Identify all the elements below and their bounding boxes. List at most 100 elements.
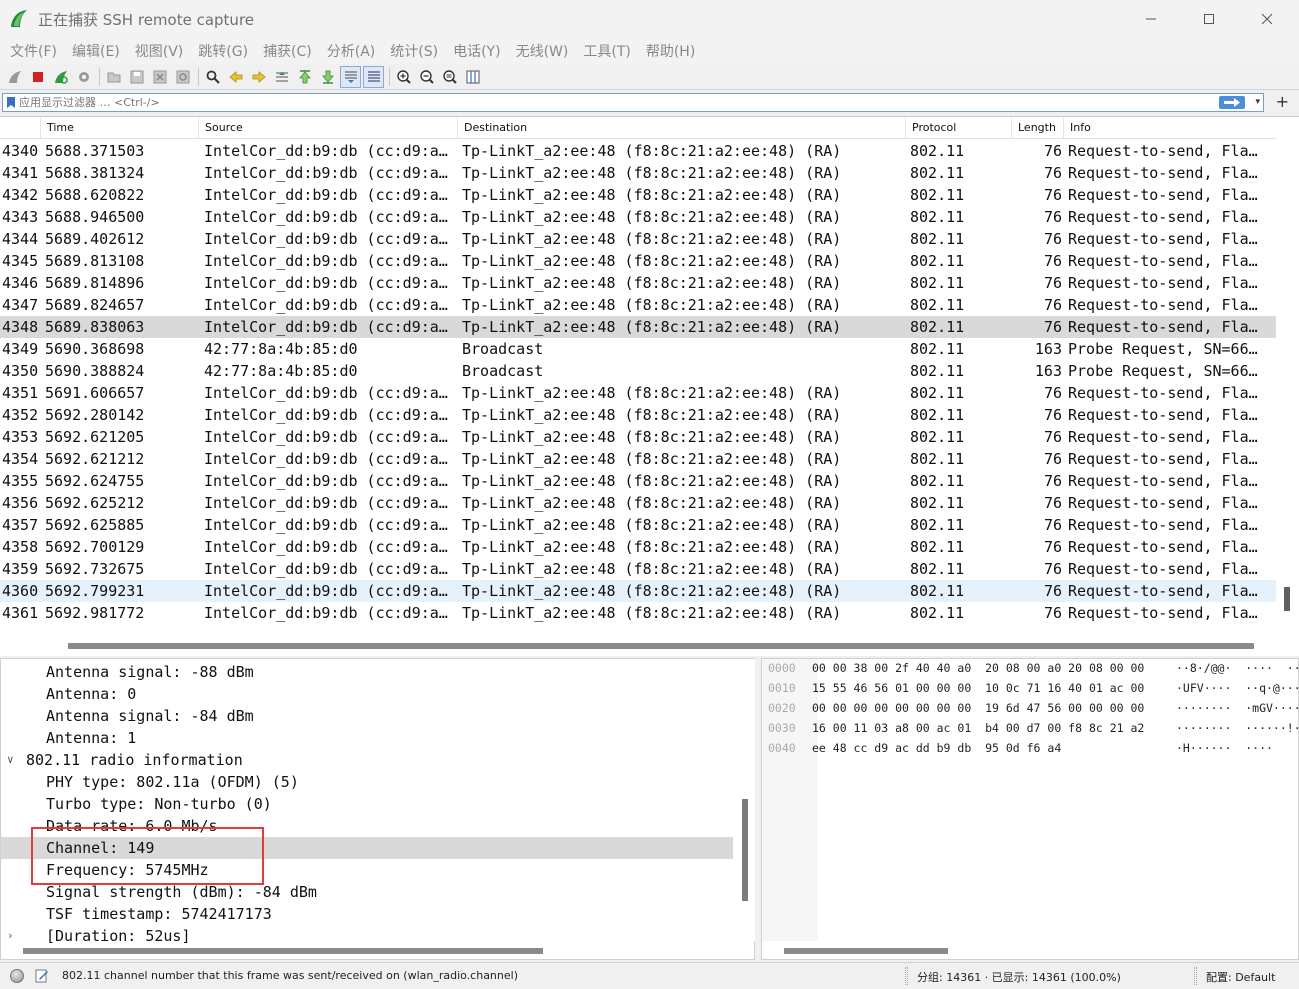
details-vscroll[interactable]: [737, 659, 755, 941]
close-file-button[interactable]: [149, 66, 170, 88]
menu-help[interactable]: 帮助(H): [640, 41, 701, 61]
scroll-thumb[interactable]: [23, 948, 543, 954]
resize-columns-button[interactable]: [462, 66, 483, 88]
menu-telephony[interactable]: 电话(Y): [447, 41, 506, 61]
display-filter-input[interactable]: [19, 94, 1199, 111]
start-capture-button[interactable]: [4, 66, 25, 88]
packet-row[interactable]: 4345 5689.813108 IntelCor_dd:b9:db (cc:d9:…: [0, 250, 1276, 272]
details-hscroll[interactable]: [1, 943, 737, 959]
status-divider[interactable]: [905, 967, 908, 985]
open-file-button[interactable]: [103, 66, 124, 88]
stop-capture-button[interactable]: [27, 66, 48, 88]
detail-line[interactable]: TSF timestamp: 5742417173: [1, 903, 733, 925]
go-last-button[interactable]: [317, 66, 338, 88]
packet-cell-dst: Tp-LinkT_a2:ee:48 (f8:8c:21:a2:ee:48) (R…: [462, 450, 842, 468]
packet-row[interactable]: 4361 5692.981772 IntelCor_dd:b9:db (cc:d9:…: [0, 602, 1276, 624]
packet-row[interactable]: 4340 5688.371503 IntelCor_dd:b9:db (cc:d9:…: [0, 140, 1276, 162]
packet-row[interactable]: 4358 5692.700129 IntelCor_dd:b9:db (cc:d9:…: [0, 536, 1276, 558]
detail-line[interactable]: Turbo type: Non-turbo (0): [1, 793, 733, 815]
capture-options-button[interactable]: [73, 66, 94, 88]
colorize-button[interactable]: [363, 65, 384, 88]
packet-cell-no: 4344: [2, 230, 39, 248]
menu-file[interactable]: 文件(F): [4, 41, 63, 61]
maximize-button[interactable]: [1180, 0, 1238, 38]
column-header-protocol[interactable]: Protocol: [905, 117, 1011, 139]
edit-comment-icon[interactable]: [34, 968, 50, 984]
packet-row[interactable]: 4344 5689.402612 IntelCor_dd:b9:db (cc:d9:…: [0, 228, 1276, 250]
detail-line[interactable]: PHY type: 802.11a (OFDM) (5): [1, 771, 733, 793]
go-to-packet-button[interactable]: [271, 66, 292, 88]
packet-row[interactable]: 4342 5688.620822 IntelCor_dd:b9:db (cc:d9:…: [0, 184, 1276, 206]
packet-cell-info: Request-to-send, Fla…: [1068, 186, 1258, 204]
packet-cell-len: 76: [1043, 384, 1062, 402]
column-header-source[interactable]: Source: [198, 117, 457, 139]
detail-line[interactable]: Antenna signal: -88 dBm: [1, 661, 733, 683]
packet-row[interactable]: 4355 5692.624755 IntelCor_dd:b9:db (cc:d9:…: [0, 470, 1276, 492]
filter-bookmark-button[interactable]: [3, 94, 19, 111]
packet-row[interactable]: 4343 5688.946500 IntelCor_dd:b9:db (cc:d9:…: [0, 206, 1276, 228]
menu-statistics[interactable]: 统计(S): [384, 41, 444, 61]
packet-row[interactable]: 4350 5690.388824 42:77:8a:4b:85:d0 Broadcas…: [0, 360, 1276, 382]
packet-cell-proto: 802.11: [910, 516, 965, 534]
packet-row[interactable]: 4348 5689.838063 IntelCor_dd:b9:db (cc:d9:…: [0, 316, 1276, 338]
zoom-reset-button[interactable]: [439, 66, 460, 88]
reload-file-button[interactable]: [172, 66, 193, 88]
scroll-thumb[interactable]: [784, 948, 948, 954]
chevron-down-icon[interactable]: ∨: [7, 749, 14, 771]
find-packet-button[interactable]: [202, 66, 223, 88]
apply-filter-button[interactable]: [1219, 96, 1245, 109]
detail-line[interactable]: Antenna: 0: [1, 683, 733, 705]
packet-row[interactable]: 4360 5692.799231 IntelCor_dd:b9:db (cc:d9:…: [0, 580, 1276, 602]
bytes-hscroll[interactable]: [762, 943, 1298, 959]
column-header-destination[interactable]: Destination: [457, 117, 905, 139]
packet-row[interactable]: 4347 5689.824657 IntelCor_dd:b9:db (cc:d9:…: [0, 294, 1276, 316]
restart-capture-button[interactable]: [50, 66, 71, 88]
menu-wireless[interactable]: 无线(W): [510, 41, 575, 61]
packet-row[interactable]: 4359 5692.732675 IntelCor_dd:b9:db (cc:d9:…: [0, 558, 1276, 580]
filter-history-dropdown[interactable]: ▾: [1255, 94, 1260, 111]
packet-list-vscroll[interactable]: [1277, 117, 1299, 637]
detail-line[interactable]: ∨ 802.11 radio information: [1, 749, 733, 771]
menu-tools[interactable]: 工具(T): [577, 41, 636, 61]
menu-view[interactable]: 视图(V): [129, 41, 190, 61]
menu-go[interactable]: 跳转(G): [192, 41, 254, 61]
zoom-out-icon: [419, 69, 434, 84]
zoom-in-button[interactable]: [393, 66, 414, 88]
packet-list-hscroll[interactable]: [0, 635, 1276, 655]
packet-row[interactable]: 4354 5692.621212 IntelCor_dd:b9:db (cc:d9:…: [0, 448, 1276, 470]
packet-row[interactable]: 4353 5692.621205 IntelCor_dd:b9:db (cc:d9:…: [0, 426, 1276, 448]
column-header-length[interactable]: Length: [1011, 117, 1063, 139]
add-filter-button[interactable]: +: [1276, 92, 1289, 112]
menu-edit[interactable]: 编辑(E): [66, 41, 126, 61]
packet-row[interactable]: 4356 5692.625212 IntelCor_dd:b9:db (cc:d9:…: [0, 492, 1276, 514]
status-divider[interactable]: [1194, 967, 1197, 985]
packet-row[interactable]: 4349 5690.368698 42:77:8a:4b:85:d0 Broadcas…: [0, 338, 1276, 360]
column-header-time[interactable]: Time: [40, 117, 198, 139]
packet-row[interactable]: 4351 5691.606657 IntelCor_dd:b9:db (cc:d9:…: [0, 382, 1276, 404]
profile-label[interactable]: 配置: Default: [1206, 969, 1275, 985]
scroll-thumb[interactable]: [68, 643, 1254, 649]
detail-line[interactable]: Antenna signal: -84 dBm: [1, 705, 733, 727]
save-file-button[interactable]: [126, 66, 147, 88]
menu-capture[interactable]: 捕获(C): [257, 41, 318, 61]
autoscroll-button[interactable]: [340, 65, 361, 88]
menu-analyze[interactable]: 分析(A): [321, 41, 382, 61]
detail-line[interactable]: Antenna: 1: [1, 727, 733, 749]
minimize-button[interactable]: [1122, 0, 1180, 38]
close-button[interactable]: [1238, 0, 1296, 38]
packet-cell-proto: 802.11: [910, 208, 965, 226]
go-back-button[interactable]: [225, 66, 246, 88]
packet-row[interactable]: 4357 5692.625885 IntelCor_dd:b9:db (cc:d9:…: [0, 514, 1276, 536]
packet-row[interactable]: 4346 5689.814896 IntelCor_dd:b9:db (cc:d9:…: [0, 272, 1276, 294]
column-header-info[interactable]: Info: [1063, 117, 1276, 139]
scroll-thumb[interactable]: [742, 799, 748, 901]
zoom-out-button[interactable]: [416, 66, 437, 88]
packet-row[interactable]: 4352 5692.280142 IntelCor_dd:b9:db (cc:d9:…: [0, 404, 1276, 426]
packet-row[interactable]: 4341 5688.381324 IntelCor_dd:b9:db (cc:d9:…: [0, 162, 1276, 184]
column-header-no[interactable]: [0, 117, 40, 139]
go-first-button[interactable]: [294, 66, 315, 88]
packet-cell-proto: 802.11: [910, 340, 965, 358]
go-forward-button[interactable]: [248, 66, 269, 88]
scroll-thumb[interactable]: [1284, 587, 1290, 611]
expert-info-icon[interactable]: [10, 969, 24, 983]
